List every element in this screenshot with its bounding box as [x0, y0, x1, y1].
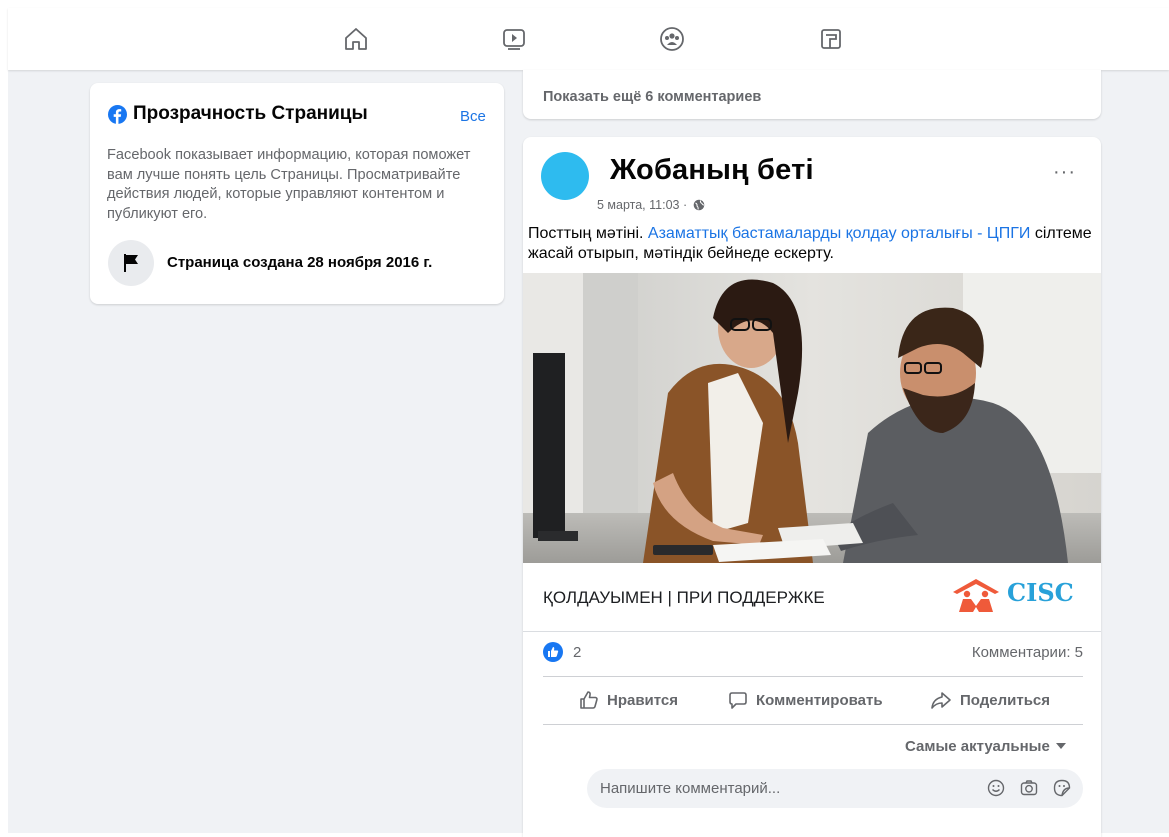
post-text-link[interactable]: Азаматтық бастамаларды қолдау орталығы -… [648, 225, 1031, 242]
share-button[interactable]: Поделиться [930, 687, 1050, 713]
comment-placeholder: Напишите комментарий... [600, 780, 781, 797]
previous-post-comments: Показать ещё 6 комментариев [523, 70, 1101, 119]
emoji-icon[interactable] [987, 779, 1005, 797]
sticker-icon[interactable] [1053, 779, 1071, 797]
page-created-text: Страница создана 28 ноября 2016 г. [167, 254, 433, 271]
transparency-description: Facebook показывает информацию, которая … [107, 147, 471, 222]
reactions-row: 2 Комментарии: 5 [543, 642, 1083, 668]
divider [543, 676, 1083, 677]
show-more-comments-link[interactable]: Показать ещё 6 комментариев [543, 89, 761, 105]
thumbs-up-icon [580, 691, 598, 709]
comment-icon [729, 692, 747, 709]
comment-sort-dropdown[interactable]: Самые актуальные [905, 738, 1066, 755]
share-label: Поделиться [960, 691, 1051, 709]
post-card: Жобаның беті ··· 5 марта, 11:03 · Постты… [523, 137, 1101, 837]
post-author-name[interactable]: Жобаның беті [610, 154, 814, 187]
post-photo[interactable] [523, 273, 1101, 563]
post-text-plain: Посттың мәтіні. [528, 225, 648, 242]
top-nav-bar [8, 8, 1169, 70]
comment-button[interactable]: Комментировать [728, 687, 883, 713]
post-timestamp: 5 марта, 11:03 · [597, 198, 705, 212]
cisc-logo-icon [953, 579, 999, 612]
transparency-title: Прозрачность Страницы [133, 103, 368, 124]
see-all-link[interactable]: Все [460, 108, 486, 125]
watch-icon[interactable] [499, 24, 529, 54]
page-transparency-card: Прозрачность Страницы Все Facebook показ… [90, 83, 504, 304]
groups-icon[interactable] [657, 24, 687, 54]
home-icon[interactable] [341, 24, 371, 54]
more-options-icon[interactable]: ··· [1053, 161, 1076, 184]
globe-icon [693, 199, 704, 211]
like-count[interactable]: 2 [573, 644, 581, 661]
comment-count[interactable]: Комментарии: 5 [972, 644, 1083, 661]
comment-input[interactable]: Напишите комментарий... [587, 769, 1083, 808]
timestamp-text[interactable]: 5 марта, 11:03 · [597, 198, 687, 212]
cisc-logo-text: CISC [1007, 578, 1074, 607]
sort-label: Самые актуальные [905, 738, 1050, 755]
like-reaction-icon[interactable] [543, 642, 563, 662]
avatar[interactable] [541, 152, 589, 200]
post-text: Посттың мәтіні. Азаматтық бастамаларды қ… [528, 224, 1098, 264]
support-text: ҚОЛДАУЫМЕН | ПРИ ПОДДЕРЖКЕ [543, 588, 825, 607]
flag-icon [108, 240, 154, 286]
gaming-icon[interactable] [816, 24, 846, 54]
support-banner: ҚОЛДАУЫМЕН | ПРИ ПОДДЕРЖКЕ CISC [523, 563, 1101, 632]
like-button[interactable]: Нравится [579, 687, 678, 713]
caret-down-icon [1055, 743, 1066, 749]
facebook-logo-icon [108, 105, 127, 124]
share-icon [931, 692, 951, 709]
divider [543, 724, 1083, 725]
like-label: Нравится [607, 691, 679, 709]
comment-label: Комментировать [756, 691, 883, 709]
camera-icon[interactable] [1020, 779, 1038, 797]
